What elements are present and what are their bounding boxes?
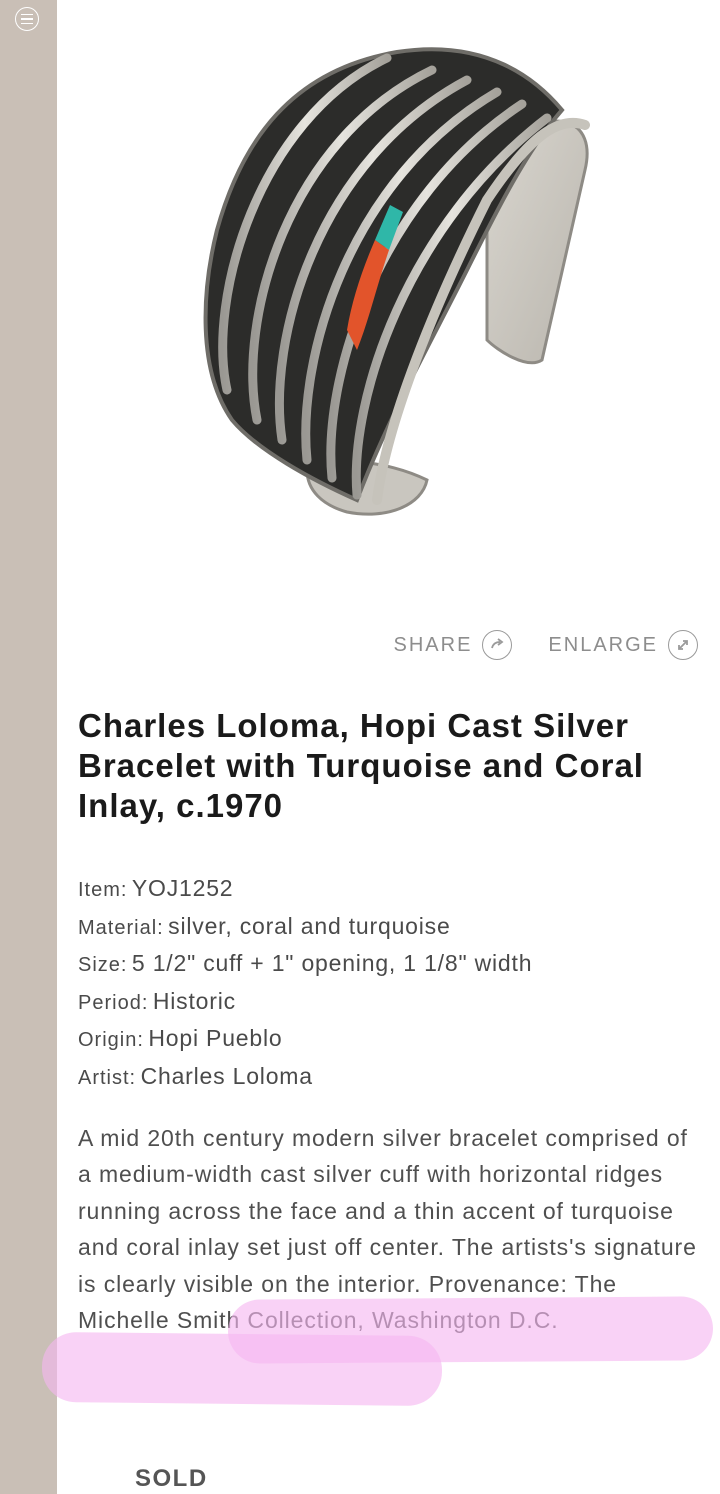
enlarge-label: ENLARGE xyxy=(548,633,658,656)
spec-material: Material: silver, coral and turquoise xyxy=(78,908,698,946)
enlarge-button[interactable]: ENLARGE xyxy=(548,630,698,660)
status-badge: SOLD xyxy=(135,1465,208,1492)
product-specs: Item: YOJ1252 Material: silver, coral an… xyxy=(78,870,698,1095)
spec-origin: Origin: Hopi Pueblo xyxy=(78,1020,698,1058)
spec-label: Material: xyxy=(78,916,164,939)
bracelet-photo[interactable] xyxy=(57,0,720,610)
image-actions: SHARE ENLARGE xyxy=(394,627,698,663)
spec-label: Period: xyxy=(78,991,149,1014)
spec-size: Size: 5 1/2" cuff + 1" opening, 1 1/8" w… xyxy=(78,945,698,983)
spec-label: Artist: xyxy=(78,1066,137,1089)
spec-artist: Artist: Charles Loloma xyxy=(78,1058,698,1096)
share-label: SHARE xyxy=(393,633,473,656)
spec-value: Charles Loloma xyxy=(140,1062,313,1089)
highlighter-mark xyxy=(41,1331,443,1407)
spec-period: Period: Historic xyxy=(78,983,698,1021)
expand-icon xyxy=(668,630,698,660)
share-button[interactable]: SHARE xyxy=(394,630,513,660)
product-title: Charles Loloma, Hopi Cast Silver Bracele… xyxy=(78,707,644,824)
spec-label: Size: xyxy=(78,954,128,976)
spec-value: silver, coral and turquoise xyxy=(168,912,451,939)
spec-value: 5 1/2" cuff + 1" opening, 1 1/8" width xyxy=(131,950,533,976)
spec-value: Historic xyxy=(152,987,236,1014)
hamburger-menu-icon[interactable] xyxy=(15,7,39,31)
spec-label: Item: xyxy=(78,879,128,901)
spec-item: Item: YOJ1252 xyxy=(78,870,698,908)
sidebar xyxy=(0,0,57,1494)
main-content: SHARE ENLARGE Charles Loloma, Hopi Cast … xyxy=(57,0,720,1494)
spec-value: Hopi Pueblo xyxy=(148,1025,283,1051)
share-arrow-icon xyxy=(482,630,513,660)
spec-label: Origin: xyxy=(78,1029,144,1051)
spec-value: YOJ1252 xyxy=(131,875,234,901)
